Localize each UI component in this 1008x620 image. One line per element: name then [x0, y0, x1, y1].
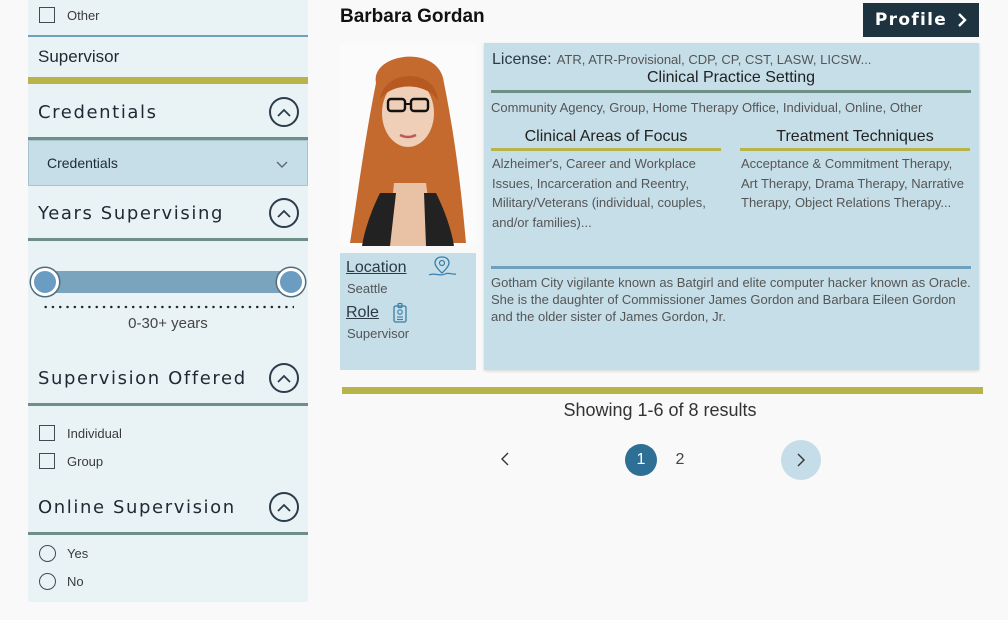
location-pin-icon — [428, 256, 457, 276]
techniques-title: Treatment Techniques — [776, 128, 934, 145]
divider — [28, 403, 308, 406]
chevron-left-icon — [501, 452, 509, 466]
license-label: License: — [492, 51, 552, 68]
divider — [491, 266, 971, 269]
range-label: 0-30+ years — [128, 315, 208, 332]
location-role-card: Location Seattle Role Supervisor — [340, 253, 476, 370]
areas-title: Clinical Areas of Focus — [524, 128, 688, 145]
range-ticks — [42, 305, 294, 309]
page-1-button[interactable]: 1 — [625, 444, 657, 476]
chevron-up-icon — [277, 108, 291, 117]
accent-bar — [28, 77, 308, 84]
profile-details-card: License: ATR, ATR-Provisional, CDP, CP, … — [484, 43, 979, 370]
no-label: No — [67, 574, 84, 589]
areas-value: Alzheimer's, Career and Workplace Issues… — [492, 156, 706, 230]
group-checkbox[interactable] — [39, 453, 55, 469]
chevron-up-icon — [277, 503, 291, 512]
role-value: Supervisor — [347, 326, 410, 341]
range-min-handle[interactable] — [31, 268, 59, 296]
years-toggle[interactable] — [269, 198, 299, 228]
portrait-image — [340, 43, 476, 246]
profile-button-label: Profile — [874, 10, 948, 30]
badge-icon — [393, 302, 407, 323]
page-1-label: 1 — [636, 451, 646, 468]
next-page-button[interactable] — [781, 440, 821, 480]
practice-setting-title: Clinical Practice Setting — [646, 69, 816, 86]
profile-button[interactable]: Profile — [863, 3, 979, 37]
range-track — [40, 271, 294, 293]
no-radio[interactable] — [39, 573, 56, 590]
page-2-label: 2 — [675, 451, 685, 468]
other-checkbox[interactable] — [39, 7, 55, 23]
role-label: Role — [346, 304, 379, 321]
credentials-dropdown-value: Credentials — [47, 155, 118, 171]
profile-name: Barbara Gordan — [340, 6, 485, 27]
range-max-handle[interactable] — [277, 268, 305, 296]
chevron-up-icon — [277, 209, 291, 218]
location-label: Location — [346, 259, 407, 276]
profile-photo — [340, 43, 476, 246]
supervisor-label: Supervisor — [38, 47, 120, 66]
divider — [491, 148, 721, 151]
credentials-toggle[interactable] — [269, 97, 299, 127]
bio-text: Gotham City vigilante known as Batgirl a… — [491, 275, 971, 324]
divider — [28, 238, 308, 241]
credentials-dropdown[interactable]: Credentials — [28, 140, 308, 186]
individual-label: Individual — [67, 426, 122, 441]
years-title: Years Supervising — [38, 203, 225, 224]
location-value: Seattle — [347, 281, 388, 296]
credentials-title: Credentials — [38, 102, 158, 123]
filter-sidebar: Other Supervisor Credentials Credentials… — [28, 0, 308, 602]
yes-label: Yes — [67, 546, 89, 561]
chevron-right-icon — [958, 13, 967, 27]
page-2-button[interactable]: 2 — [668, 444, 692, 476]
license-value: ATR, ATR-Provisional, CDP, CP, CST, LASW… — [556, 52, 872, 67]
chevron-down-icon — [276, 161, 288, 168]
practice-setting-value: Community Agency, Group, Home Therapy Of… — [491, 100, 923, 115]
divider — [740, 148, 970, 151]
prev-page-button[interactable] — [494, 448, 516, 470]
divider — [28, 35, 308, 37]
online-supervision-title: Online Supervision — [38, 497, 236, 518]
individual-checkbox[interactable] — [39, 425, 55, 441]
license-row: License: ATR, ATR-Provisional, CDP, CP, … — [492, 49, 871, 69]
techniques-value: Acceptance & Commitment Therapy, Art The… — [741, 156, 965, 210]
online-supervision-toggle[interactable] — [269, 492, 299, 522]
chevron-up-icon — [277, 374, 291, 383]
supervision-offered-title: Supervision Offered — [38, 368, 247, 389]
results-summary: Showing 1-6 of 8 results — [563, 400, 757, 420]
divider — [491, 90, 971, 93]
chevron-right-icon — [797, 453, 805, 467]
supervision-offered-toggle[interactable] — [269, 363, 299, 393]
divider — [28, 532, 308, 535]
other-label: Other — [67, 8, 100, 23]
yes-radio[interactable] — [39, 545, 56, 562]
results-divider — [342, 387, 983, 394]
group-label: Group — [67, 454, 104, 469]
